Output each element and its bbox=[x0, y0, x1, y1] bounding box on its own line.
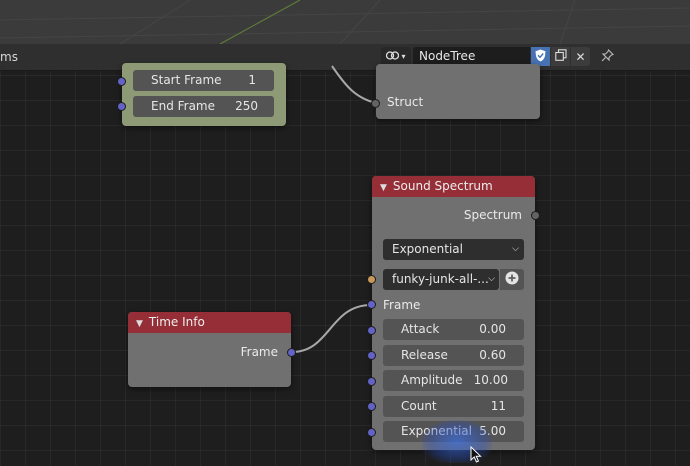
amplitude-field[interactable]: Amplitude 10.00 bbox=[383, 370, 524, 391]
end-frame-socket[interactable] bbox=[117, 102, 126, 111]
field-value: 0.00 bbox=[479, 322, 506, 336]
sound-spectrum-node[interactable]: ▼ Sound Spectrum Spectrum Exponential ⌵ f… bbox=[372, 176, 535, 450]
field-label: Start Frame bbox=[151, 73, 222, 87]
attack-field[interactable]: Attack 0.00 bbox=[383, 319, 524, 340]
field-label: Attack bbox=[401, 322, 440, 336]
sound-file-value: funky-junk-all-... bbox=[392, 272, 489, 286]
frame-output-label: Frame bbox=[240, 345, 278, 359]
pin-button[interactable] bbox=[598, 47, 617, 66]
count-socket[interactable] bbox=[367, 402, 376, 411]
plus-icon bbox=[505, 271, 519, 288]
field-value: 1 bbox=[248, 73, 256, 87]
spectrum-output-socket[interactable] bbox=[531, 211, 540, 220]
struct-output-label: Struct bbox=[387, 95, 424, 109]
collapse-triangle-icon[interactable]: ▼ bbox=[136, 319, 143, 329]
node-editor-header: ms ▾ NodeTree ✕ bbox=[0, 44, 690, 71]
frame-range-node[interactable]: Start Frame 1 End Frame 250 bbox=[122, 63, 286, 126]
field-value: 0.60 bbox=[479, 348, 506, 362]
chevron-down-icon: ⌵ bbox=[488, 274, 495, 284]
header-menu-label[interactable]: ms bbox=[0, 50, 18, 64]
release-socket[interactable] bbox=[367, 351, 376, 360]
link-time-frame bbox=[291, 304, 372, 353]
field-label: Release bbox=[401, 348, 448, 362]
field-value: 250 bbox=[235, 99, 258, 113]
close-icon: ✕ bbox=[575, 49, 586, 64]
pin-icon bbox=[601, 48, 615, 65]
chevron-down-icon: ▾ bbox=[401, 52, 406, 61]
exponential-socket[interactable] bbox=[367, 428, 376, 437]
release-field[interactable]: Release 0.60 bbox=[383, 345, 524, 366]
mode-dropdown[interactable]: Exponential ⌵ bbox=[383, 239, 524, 260]
time-info-header[interactable]: ▼ Time Info bbox=[128, 312, 291, 333]
field-label: Count bbox=[401, 399, 437, 413]
time-frame-output-socket[interactable] bbox=[287, 348, 296, 357]
new-tree-button[interactable] bbox=[551, 47, 570, 66]
field-label: Amplitude bbox=[401, 373, 463, 387]
node-tree-icon bbox=[386, 50, 400, 64]
start-frame-socket[interactable] bbox=[117, 77, 126, 86]
frame-input-label: Frame bbox=[383, 298, 421, 312]
link-struct bbox=[331, 65, 377, 104]
duplicate-icon bbox=[554, 49, 567, 64]
frame-input-socket[interactable] bbox=[367, 300, 376, 309]
end-frame-field[interactable]: End Frame 250 bbox=[133, 96, 274, 117]
viewport-strip bbox=[0, 0, 690, 44]
unlink-tree-button[interactable]: ✕ bbox=[571, 47, 590, 66]
mouse-cursor-icon bbox=[470, 445, 482, 466]
spectrum-output-label: Spectrum bbox=[463, 208, 522, 222]
sound-file-dropdown[interactable]: funky-junk-all-... ⌵ bbox=[383, 269, 499, 290]
start-frame-field[interactable]: Start Frame 1 bbox=[133, 70, 274, 91]
field-label: End Frame bbox=[151, 99, 216, 113]
attack-socket[interactable] bbox=[367, 326, 376, 335]
shield-icon bbox=[535, 49, 546, 65]
struct-socket[interactable] bbox=[371, 99, 380, 108]
mode-dropdown-value: Exponential bbox=[392, 242, 463, 256]
time-info-node[interactable]: ▼ Time Info Frame bbox=[128, 312, 291, 387]
sound-spectrum-header[interactable]: ▼ Sound Spectrum bbox=[372, 176, 535, 197]
node-title: Time Info bbox=[148, 315, 205, 329]
viewport-grid bbox=[0, 0, 690, 44]
node-title: Sound Spectrum bbox=[392, 179, 493, 193]
struct-node[interactable]: Struct bbox=[376, 64, 540, 119]
chevron-down-icon: ⌵ bbox=[512, 244, 519, 254]
collapse-triangle-icon[interactable]: ▼ bbox=[380, 183, 387, 193]
count-field[interactable]: Count 11 bbox=[383, 396, 524, 417]
amplitude-socket[interactable] bbox=[367, 377, 376, 386]
add-sound-button[interactable] bbox=[500, 269, 524, 290]
field-value: 10.00 bbox=[473, 373, 508, 387]
sound-input-socket[interactable] bbox=[367, 275, 376, 284]
field-value: 11 bbox=[490, 399, 506, 413]
